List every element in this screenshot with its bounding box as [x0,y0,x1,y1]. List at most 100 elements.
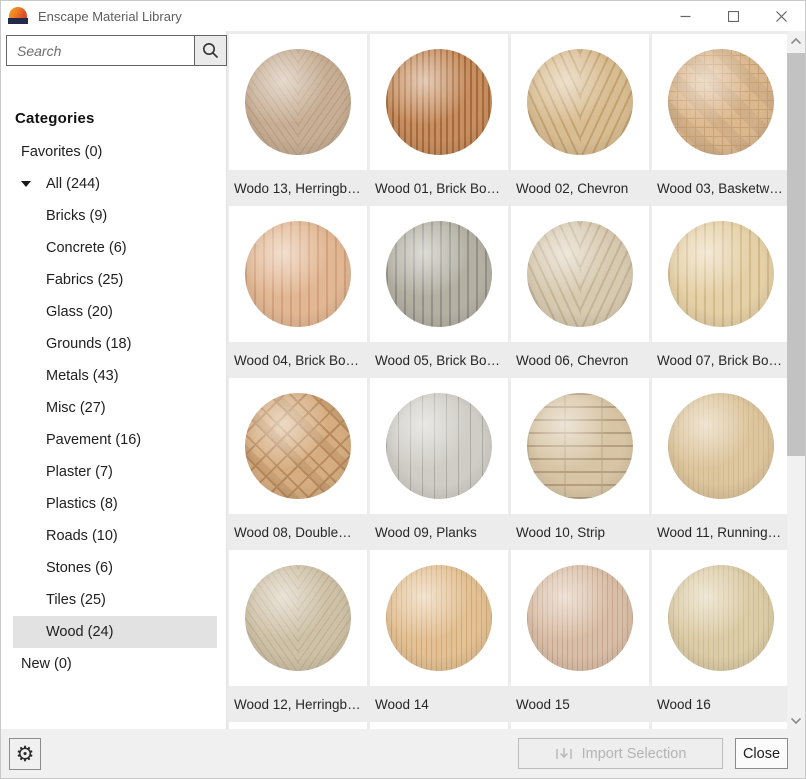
enscape-logo-icon [8,6,29,26]
import-selection-button[interactable]: Import Selection [518,738,723,769]
material-tile[interactable] [370,34,508,170]
material-label: Wood 10, Strip [511,514,649,550]
material-sphere [386,49,492,155]
material-label: Wood 12, Herringb… [229,686,367,722]
material-tile[interactable] [229,378,367,514]
material-tile[interactable] [370,378,508,514]
sidebar-item-misc[interactable]: Misc (27) [1,392,226,424]
sidebar-item-favorites[interactable]: Favorites (0) [1,136,226,168]
material-tile[interactable] [229,206,367,342]
scroll-down-icon[interactable] [787,711,805,731]
sidebar-item-tiles[interactable]: Tiles (25) [1,584,226,616]
sidebar-item-metals[interactable]: Metals (43) [1,360,226,392]
sidebar-item-roads[interactable]: Roads (10) [1,520,226,552]
scroll-up-icon[interactable] [787,31,805,51]
material-label: Wood 09, Planks [370,514,508,550]
material-label: Wood 11, Running… [652,514,789,550]
material-cell: Wood 06, Chevron [511,206,649,378]
material-tile[interactable] [652,378,789,514]
material-label: Wood 01, Brick Bo… [370,170,508,206]
material-tile[interactable] [511,378,649,514]
material-tile[interactable] [370,206,508,342]
material-tile[interactable] [370,550,508,686]
material-library-window: Enscape Material Library Categories Favo… [0,0,806,779]
sidebar-item-stones[interactable]: Stones (6) [1,552,226,584]
categories-header: Categories [15,110,95,127]
material-sphere [668,49,774,155]
gear-icon: ⚙ [16,744,35,765]
sidebar-item-all[interactable]: All (244) [1,168,226,200]
material-tile[interactable] [511,206,649,342]
material-cell: Wood 12, Herringb… [229,550,367,722]
settings-button[interactable]: ⚙ [9,738,41,770]
sidebar-item-label: Metals (43) [46,368,119,384]
material-label: Wood 02, Chevron [511,170,649,206]
material-tile[interactable] [229,550,367,686]
sidebar: Categories Favorites (0) All (244) Bricks … [1,31,227,731]
sidebar-item-glass[interactable]: Glass (20) [1,296,226,328]
sidebar-item-label: Glass (20) [46,304,113,320]
sidebar-item-grounds[interactable]: Grounds (18) [1,328,226,360]
material-label: Wood 14 [370,686,508,722]
material-sphere [527,393,633,499]
material-label: Wood 06, Chevron [511,342,649,378]
minimize-icon[interactable] [661,1,709,31]
sidebar-item-label: Roads (10) [46,528,118,544]
material-label: Wood 05, Brick Bo… [370,342,508,378]
materials-grid: Wodo 13, Herringb…Wood 01, Brick Bo…Wood… [229,34,789,731]
material-label: Wood 03, Basketw… [652,170,789,206]
material-sphere [527,221,633,327]
material-tile[interactable] [652,550,789,686]
sidebar-item-wood[interactable]: Wood (24) [13,616,217,648]
sidebar-item-plastics[interactable]: Plastics (8) [1,488,226,520]
maximize-icon[interactable] [709,1,757,31]
material-cell: Wood 09, Planks [370,378,508,550]
sidebar-item-label: Fabrics (25) [46,272,123,288]
material-cell: Wood 07, Brick Bo… [652,206,789,378]
sidebar-item-new[interactable]: New (0) [1,648,226,680]
sidebar-item-plaster[interactable]: Plaster (7) [1,456,226,488]
material-cell: Wodo 13, Herringb… [229,34,367,206]
material-label: Wood 04, Brick Bo… [229,342,367,378]
sidebar-item-label: Plaster (7) [46,464,113,480]
sidebar-item-label: Concrete (6) [46,240,127,256]
sidebar-item-label: Wood (24) [46,624,113,640]
window-title: Enscape Material Library [38,9,182,24]
categories-list: Favorites (0) All (244) Bricks (9) Concrete… [1,136,226,680]
material-sphere [668,221,774,327]
search-button[interactable] [194,35,227,66]
close-button[interactable]: Close [735,738,788,769]
material-sphere [527,565,633,671]
scrollbar-thumb[interactable] [787,53,805,456]
material-tile[interactable] [229,34,367,170]
material-cell: Wood 03, Basketw… [652,34,789,206]
expand-arrow-icon[interactable] [21,181,31,187]
scrollbar[interactable] [787,31,805,731]
material-tile[interactable] [652,34,789,170]
sidebar-item-label: All (244) [46,176,100,192]
material-cell: Wood 02, Chevron [511,34,649,206]
material-sphere [668,393,774,499]
sidebar-item-fabrics[interactable]: Fabrics (25) [1,264,226,296]
sidebar-item-bricks[interactable]: Bricks (9) [1,200,226,232]
sidebar-item-label: New (0) [21,656,72,672]
material-cell: Wood 14 [370,550,508,722]
material-tile[interactable] [511,550,649,686]
material-tile[interactable] [652,206,789,342]
sidebar-item-label: Stones (6) [46,560,113,576]
material-sphere [245,221,351,327]
footer-bar: ⚙ Import Selection Close [1,729,805,778]
sidebar-item-label: Favorites (0) [21,144,102,160]
search-input[interactable] [6,35,194,66]
material-cell: Wood 15 [511,550,649,722]
sidebar-item-pavement[interactable]: Pavement (16) [1,424,226,456]
sidebar-item-label: Misc (27) [46,400,106,416]
material-tile[interactable] [511,34,649,170]
material-cell: Wood 01, Brick Bo… [370,34,508,206]
materials-pane: Wodo 13, Herringb…Wood 01, Brick Bo…Wood… [227,31,789,731]
sidebar-item-concrete[interactable]: Concrete (6) [1,232,226,264]
material-sphere [386,221,492,327]
titlebar: Enscape Material Library [1,1,805,31]
material-sphere [386,565,492,671]
close-icon[interactable] [757,1,805,31]
